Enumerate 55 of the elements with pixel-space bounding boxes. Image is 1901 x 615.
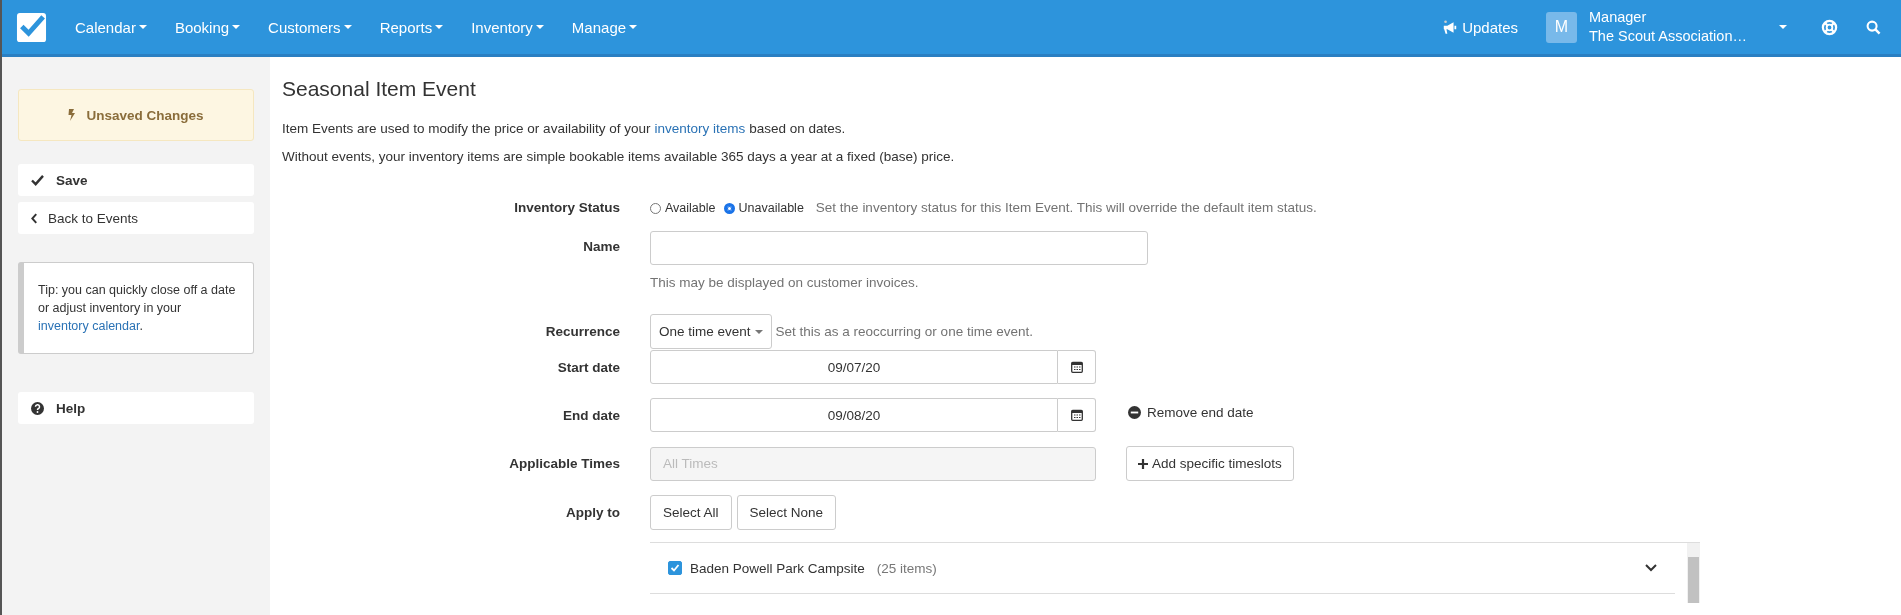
scrollbar[interactable] (1687, 543, 1700, 603)
back-to-events-button[interactable]: Back to Events (18, 202, 254, 234)
lifebuoy-icon[interactable] (1821, 18, 1838, 36)
status-radio-option[interactable]: Unavailable (723, 201, 804, 215)
unsaved-changes-text: Unsaved Changes (86, 107, 204, 123)
calendar-button[interactable] (1058, 350, 1096, 384)
help-button[interactable]: Help (18, 392, 254, 424)
field-label: Recurrence (544, 324, 621, 339)
minus-circle-icon (1128, 405, 1141, 419)
search-icon[interactable] (1866, 19, 1881, 35)
page-title: Seasonal Item Event (282, 77, 477, 101)
calendar-icon (1070, 361, 1083, 373)
intro-paragraph: Without events, your inventory items are simple bookable items available 365 days a year at a fixed (base) price. (282, 149, 956, 164)
date-input-field[interactable]: 09/08/20 (650, 398, 1058, 432)
recurrence-dropdown[interactable]: One time event (650, 314, 772, 349)
chevron-down-icon[interactable] (1645, 564, 1657, 572)
megaphone-icon (1442, 19, 1459, 35)
field-label: Inventory Status (513, 200, 621, 215)
hint-text: Set the inventory status for this Item Event. This will override the default item status. (815, 200, 1317, 215)
organization-name: The Scout Association… (1589, 27, 1748, 46)
radio-button[interactable] (723, 202, 735, 214)
field-label: Name (582, 239, 621, 254)
plus-icon (1138, 458, 1148, 469)
inventory-calendar-link[interactable]: inventory calendar (38, 319, 140, 333)
user-avatar: M (1546, 11, 1577, 43)
remove-end-date-link[interactable]: Remove end date (1128, 404, 1254, 420)
add-timeslots-button[interactable]: Add specific timeslots (1126, 446, 1294, 481)
status-radio-option[interactable]: Available (650, 201, 716, 215)
tip-note: Tip: you can quickly close off a date or adjust inventory in your inventory calendar. (18, 262, 254, 354)
checkmark-icon (31, 174, 44, 186)
help-text: This may be displayed on customer invoices. (650, 275, 919, 290)
field-label: Apply to (565, 505, 621, 520)
name-input-field[interactable] (650, 231, 1148, 265)
field-label: Applicable Times (508, 456, 621, 471)
intro-paragraph: Item Events are used to modify the price or availability of your inventory items based on dates. (282, 121, 847, 136)
calendar-button[interactable] (1058, 398, 1096, 432)
hint-text: Set this as a reoccurring or one time event. (775, 324, 1033, 339)
selection-button[interactable]: Select All (650, 495, 732, 530)
caret-icon (1779, 25, 1787, 29)
chevron-left-icon (31, 212, 38, 224)
date-input-field[interactable]: 09/07/20 (650, 350, 1058, 384)
save-button[interactable]: Save (18, 164, 254, 196)
calendar-icon (1070, 409, 1083, 421)
item-count: (25 items) (876, 560, 937, 576)
inventory-items-link[interactable]: inventory items (654, 121, 746, 136)
lightning-icon (68, 109, 77, 121)
checkbox-logo-icon[interactable] (16, 11, 47, 43)
question-circle-icon (31, 401, 44, 415)
field-label: Start date (556, 359, 621, 375)
user-role: Manager (1589, 8, 1648, 27)
selection-button[interactable]: Select None (736, 495, 837, 530)
field-label: End date (562, 407, 621, 423)
checkbox[interactable] (668, 561, 682, 575)
location-name: Baden Powell Park Campsite (690, 560, 865, 576)
location-row[interactable]: Baden Powell Park Campsite (25 items) (650, 543, 1675, 594)
